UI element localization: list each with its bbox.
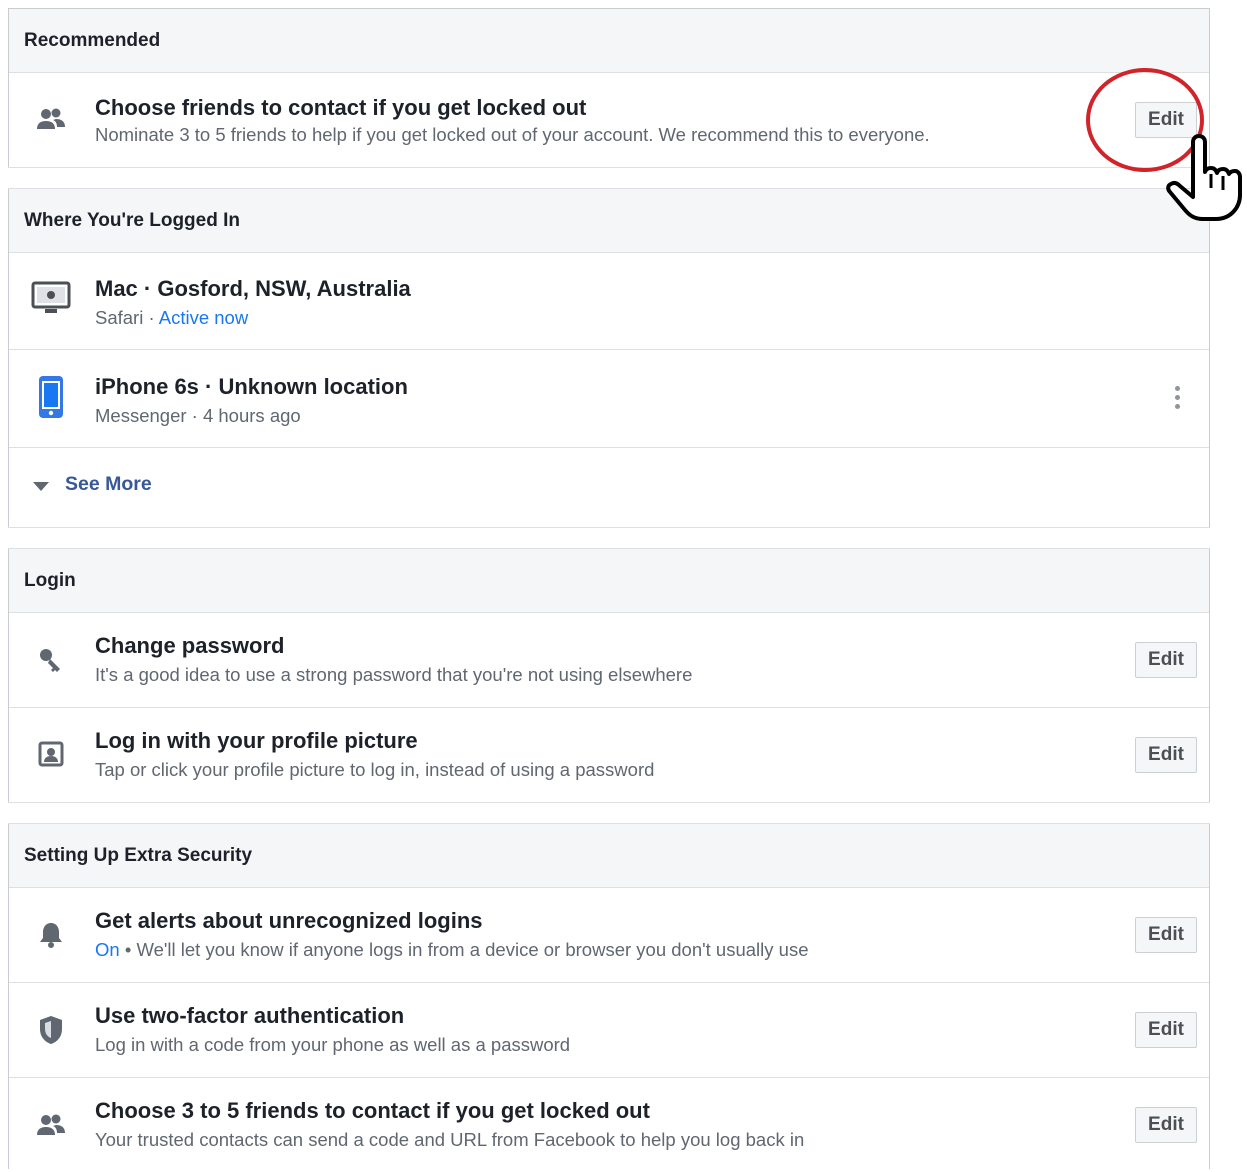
setting-description: Log in with a code from your phone as we… [95,1034,571,1055]
see-more-row: See More [9,448,1209,525]
setting-description: Tap or click your profile picture to log… [95,759,655,780]
triangle-down-icon [33,482,49,491]
session-app: Messenger [95,405,187,426]
hand-pointer-icon [1163,134,1247,227]
section-heading-logged-in: Where You're Logged In [9,189,1209,253]
session-details: Safari · Active now [95,307,248,329]
session-title: iPhone 6s · Unknown location [95,374,408,399]
see-more-link[interactable]: See More [65,473,152,496]
setting-description: Your trusted contacts can send a code an… [95,1129,805,1150]
separator: · [186,405,203,426]
session-title: Mac · Gosford, NSW, Australia [95,276,411,301]
profile-picture-icon [31,734,71,774]
recommended-item-subtitle: Nominate 3 to 5 friends to help if you g… [95,124,930,145]
setting-description: On • We'll let you know if anyone logs i… [95,939,809,961]
setting-title: Choose 3 to 5 friends to contact if you … [95,1098,650,1123]
section-heading-extra-security: Setting Up Extra Security [9,824,1209,888]
session-app: Safari [95,307,144,328]
section-divider [8,527,1210,549]
section-heading-login: Login [9,549,1209,613]
edit-trusted-friends-button[interactable]: Edit [1135,102,1197,138]
friends-icon [31,1105,71,1145]
session-details: Messenger · 4 hours ago [95,405,301,427]
edit-trusted-contacts-button[interactable]: Edit [1135,1107,1197,1143]
active-now-status: Active now [158,307,249,328]
status-on: On [95,939,120,960]
bullet: • [119,939,137,960]
setting-title: Use two-factor authentication [95,1003,405,1028]
friends-icon [31,99,71,139]
alerts-description: We'll let you know if anyone logs in fro… [136,939,809,960]
session-row: iPhone 6s · Unknown location Messenger ·… [9,350,1209,448]
setting-description: It's a good idea to use a strong passwor… [95,664,693,685]
last-active-time: 4 hours ago [202,405,301,426]
setting-row: Choose 3 to 5 friends to contact if you … [9,1078,1209,1172]
setting-title: Get alerts about unrecognized logins [95,908,483,933]
key-icon [31,640,71,680]
security-settings-panel: Recommended Choose friends to contact if… [8,8,1210,1172]
setting-row: Change password It's a good idea to use … [9,613,1209,708]
separator: · [143,307,159,328]
recommended-section: Recommended Choose friends to contact if… [9,9,1209,167]
recommended-item: Choose friends to contact if you get loc… [9,73,1209,167]
logged-in-section: Where You're Logged In Mac · Gosford, NS… [9,189,1209,525]
phone-icon [31,376,71,418]
desktop-icon [31,278,71,318]
section-divider [8,802,1210,824]
recommended-item-title: Choose friends to contact if you get loc… [95,95,587,120]
edit-two-factor-button[interactable]: Edit [1135,1012,1197,1048]
setting-row: Log in with your profile picture Tap or … [9,708,1209,802]
edit-login-alerts-button[interactable]: Edit [1135,917,1197,953]
edit-password-button[interactable]: Edit [1135,642,1197,678]
session-row: Mac · Gosford, NSW, Australia Safari · A… [9,253,1209,350]
setting-row: Get alerts about unrecognized logins On … [9,888,1209,983]
setting-row: Use two-factor authentication Log in wit… [9,983,1209,1078]
setting-title: Log in with your profile picture [95,728,418,753]
more-options-icon[interactable] [1167,377,1187,417]
login-section: Login Change password It's a good idea t… [9,549,1209,802]
section-heading-recommended: Recommended [9,9,1209,73]
setting-title: Change password [95,633,285,658]
section-divider [8,167,1210,189]
extra-security-section: Setting Up Extra Security Get alerts abo… [9,824,1209,1172]
bell-icon [31,915,71,955]
shield-icon [31,1010,71,1050]
edit-profile-picture-login-button[interactable]: Edit [1135,737,1197,773]
